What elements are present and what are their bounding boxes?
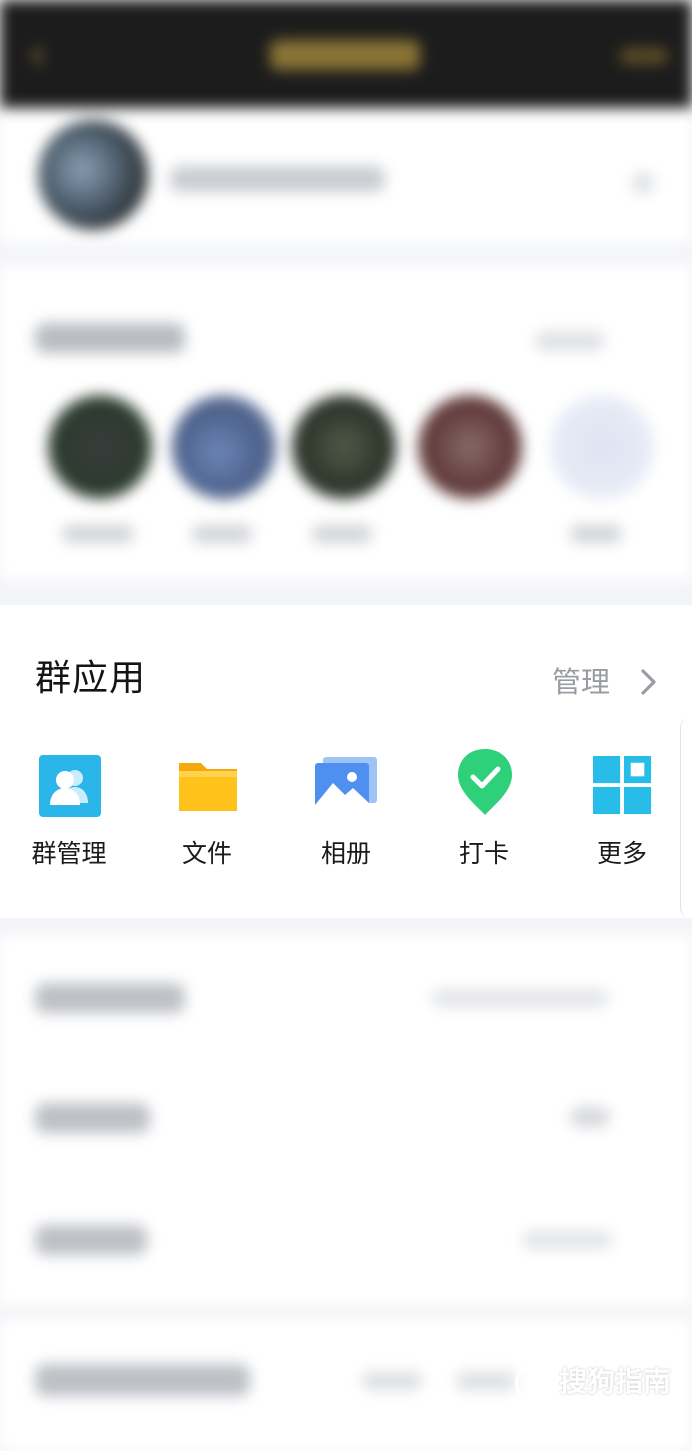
album-icon xyxy=(315,757,377,809)
top-right-action-blurred[interactable] xyxy=(620,48,668,64)
member-name-blurred xyxy=(192,525,252,543)
member-name-blurred xyxy=(62,525,134,543)
member-name-blurred xyxy=(570,525,622,543)
sogou-watermark: S 搜狗指南 zhinan.sogou.com xyxy=(515,1362,675,1422)
group-manage-icon xyxy=(39,755,101,817)
watermark-text: 搜狗指南 xyxy=(559,1365,672,1398)
app-checkin[interactable]: 打卡 xyxy=(424,749,544,885)
checkin-icon xyxy=(458,749,512,815)
group-profile-row[interactable] xyxy=(0,108,692,243)
chevron-right-icon xyxy=(632,172,654,194)
folder-icon xyxy=(179,763,237,811)
list-item-value-blurred xyxy=(570,1107,610,1127)
back-arrow-icon[interactable]: ‹ xyxy=(30,34,66,74)
top-bar: ‹ xyxy=(0,0,692,108)
member-avatar[interactable] xyxy=(172,395,276,499)
group-apps-card: 群应用 管理 群管理 文件 相册 打卡 更多 xyxy=(0,605,692,918)
app-album[interactable]: 相册 xyxy=(286,755,406,885)
more-grid-icon xyxy=(593,756,652,815)
app-label: 文件 xyxy=(181,839,232,868)
sogou-logo-icon: S xyxy=(515,1364,553,1402)
app-label: 打卡 xyxy=(458,839,509,868)
group-avatar xyxy=(38,120,148,230)
app-label: 相册 xyxy=(320,839,371,868)
list-item-blurred[interactable] xyxy=(35,1103,150,1133)
settings-list xyxy=(0,935,692,1305)
watermark-url: zhinan.sogou.com xyxy=(515,1406,650,1421)
group-name-blurred xyxy=(170,166,385,192)
member-name-blurred xyxy=(312,525,372,543)
members-count-blurred xyxy=(535,331,605,351)
app-label: 更多 xyxy=(596,839,647,868)
app-label: 群管理 xyxy=(31,839,107,868)
list-item-value-blurred xyxy=(522,1231,612,1249)
scroll-edge xyxy=(680,718,692,918)
group-apps-title: 群应用 xyxy=(35,658,147,699)
member-avatar[interactable] xyxy=(48,395,152,499)
list-item-blurred[interactable] xyxy=(35,983,185,1013)
app-files[interactable]: 文件 xyxy=(147,755,267,885)
list-item-blurred[interactable] xyxy=(35,1364,250,1396)
member-avatar[interactable] xyxy=(550,395,654,499)
list-item-value-blurred xyxy=(362,1372,422,1390)
app-more[interactable]: 更多 xyxy=(562,755,682,885)
members-section xyxy=(0,265,692,580)
chevron-right-icon[interactable] xyxy=(636,665,662,699)
member-avatar[interactable] xyxy=(292,395,396,499)
list-item-value-blurred xyxy=(432,989,608,1007)
list-item-blurred[interactable] xyxy=(35,1225,147,1255)
page-title-blurred xyxy=(270,40,420,70)
app-group-manage[interactable]: 群管理 xyxy=(9,755,129,885)
members-title-blurred xyxy=(35,323,185,353)
list-item-value-blurred xyxy=(456,1372,516,1390)
member-avatar[interactable] xyxy=(418,395,522,499)
manage-link[interactable]: 管理 xyxy=(552,663,610,701)
